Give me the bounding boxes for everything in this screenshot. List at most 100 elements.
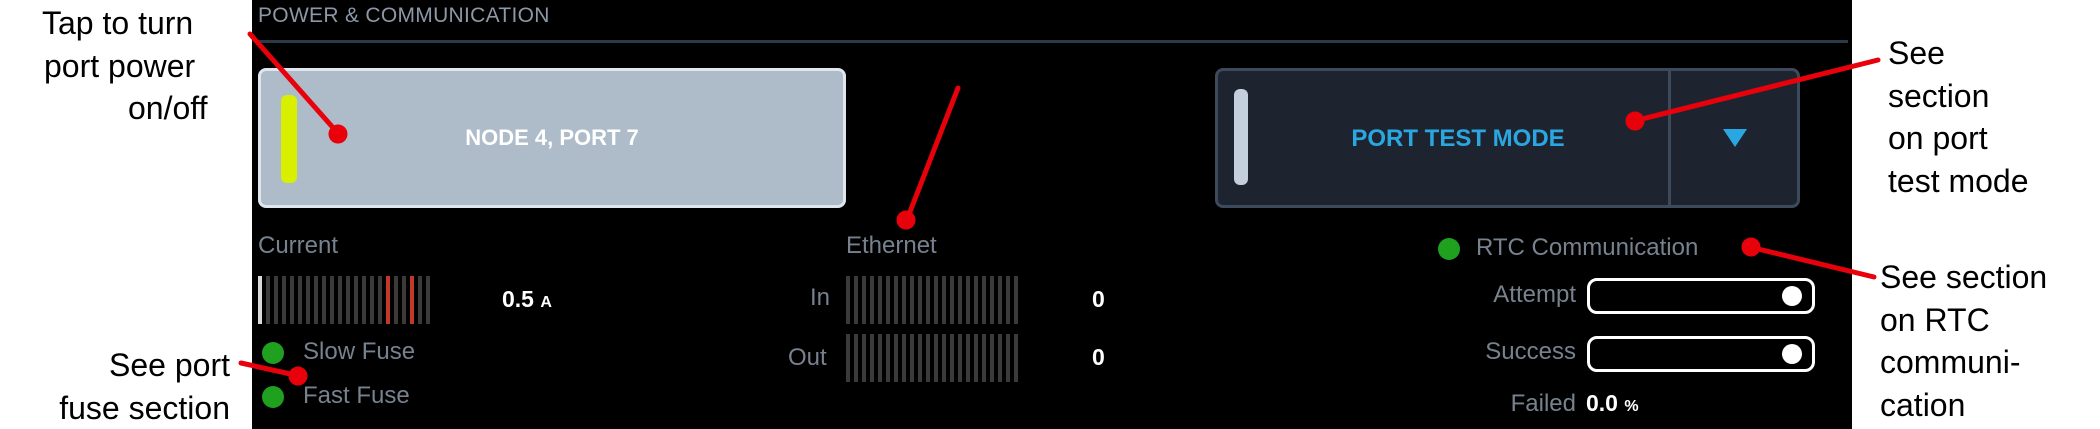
- ethernet-out-meter: [846, 334, 1022, 382]
- meter-segment: [346, 276, 350, 324]
- current-value: 0.5 A: [502, 286, 552, 312]
- callout-ethernet-line: traffic section: [966, 115, 1154, 152]
- meter-segment: [942, 276, 946, 324]
- callout-test-mode: See section on port test mode: [1888, 32, 2029, 202]
- meter-segment: [878, 276, 882, 324]
- meter-segment: [982, 334, 986, 382]
- port-test-mode-label: PORT TEST MODE: [1351, 125, 1565, 152]
- meter-segment: [926, 334, 930, 382]
- meter-segment: [950, 334, 954, 382]
- port-power-button[interactable]: NODE 4, PORT 7: [258, 68, 846, 208]
- mode-indicator: [1234, 89, 1248, 185]
- port-power-label: NODE 4, PORT 7: [465, 125, 639, 150]
- mode-dropdown-button[interactable]: [1671, 71, 1797, 205]
- meter-segment: [258, 276, 262, 324]
- meter-segment: [846, 276, 850, 324]
- meter-segment: [990, 334, 994, 382]
- callout-fuse-line: fuse section: [59, 389, 230, 426]
- meter-segment: [894, 276, 898, 324]
- meter-segment: [854, 276, 858, 324]
- meter-segment: [1006, 276, 1010, 324]
- callout-power-line: port power: [44, 47, 196, 84]
- meter-segment: [394, 276, 398, 324]
- triangle-down-icon: [1723, 129, 1747, 147]
- meter-segment: [982, 276, 986, 324]
- title-divider: [258, 40, 1848, 43]
- meter-segment: [990, 276, 994, 324]
- meter-segment: [402, 276, 406, 324]
- meter-segment: [410, 276, 414, 324]
- meter-segment: [934, 334, 938, 382]
- meter-segment: [910, 334, 914, 382]
- toggle-knob: [1782, 286, 1802, 306]
- callout-power-line: Tap to turn: [42, 5, 194, 41]
- meter-segment: [958, 276, 962, 324]
- ethernet-out-label: Out: [788, 344, 827, 371]
- meter-segment: [378, 276, 382, 324]
- meter-segment: [886, 334, 890, 382]
- meter-segment: [338, 276, 342, 324]
- current-label: Current: [258, 232, 339, 259]
- meter-segment: [894, 334, 898, 382]
- meter-segment: [886, 276, 890, 324]
- callout-power-line: on/off: [128, 90, 208, 127]
- meter-segment: [950, 276, 954, 324]
- fast-fuse-label: Fast Fuse: [303, 382, 410, 409]
- meter-segment: [354, 276, 358, 324]
- rtc-success-toggle[interactable]: [1587, 336, 1815, 372]
- callout-fuse-line: See port: [109, 347, 230, 383]
- meter-segment: [418, 276, 422, 324]
- port-test-mode-control: PORT TEST MODE: [1215, 68, 1800, 208]
- meter-segment: [902, 334, 906, 382]
- port-test-mode-button[interactable]: PORT TEST MODE: [1218, 71, 1668, 205]
- meter-segment: [998, 276, 1002, 324]
- callout-rtc-line: See section: [1880, 259, 2048, 295]
- callout-rtc: See section on RTC communi- cation: [1880, 256, 2047, 426]
- callout-ethernet: See Ethernet traffic section: [966, 70, 1154, 155]
- meter-segment: [306, 276, 310, 324]
- meter-segment: [942, 334, 946, 382]
- callout-rtc-line: cation: [1880, 386, 1966, 423]
- callout-rtc-line: communi-: [1880, 344, 2021, 381]
- meter-segment: [998, 334, 1002, 382]
- meter-segment: [322, 276, 326, 324]
- rtc-attempt-label: Attempt: [1493, 281, 1576, 308]
- meter-segment: [282, 276, 286, 324]
- callout-ethernet-line: See Ethernet: [966, 73, 1153, 109]
- meter-segment: [290, 276, 294, 324]
- meter-segment: [870, 276, 874, 324]
- meter-segment: [846, 334, 850, 382]
- ethernet-in-meter: [846, 276, 1022, 324]
- ethernet-out-value: 0: [1092, 344, 1105, 370]
- toggle-knob: [1782, 344, 1802, 364]
- callout-fuse: See port fuse section: [30, 344, 230, 429]
- meter-segment: [934, 276, 938, 324]
- ethernet-in-value: 0: [1092, 286, 1105, 312]
- meter-segment: [386, 276, 390, 324]
- meter-segment: [274, 276, 278, 324]
- ethernet-in-label: In: [810, 284, 831, 311]
- panel-title: POWER & COMMUNICATION: [258, 4, 550, 27]
- rtc-status-led: [1438, 238, 1460, 260]
- callout-test-mode-line: on port: [1888, 120, 1988, 157]
- rtc-success-label: Success: [1485, 338, 1576, 365]
- callout-rtc-line: on RTC: [1880, 301, 1990, 338]
- meter-segment: [298, 276, 302, 324]
- meter-segment: [266, 276, 270, 324]
- rtc-failed-value: 0.0 %: [1586, 390, 1639, 416]
- meter-segment: [330, 276, 334, 324]
- meter-segment: [974, 276, 978, 324]
- meter-segment: [918, 334, 922, 382]
- rtc-attempt-toggle[interactable]: [1587, 278, 1815, 314]
- callout-test-mode-line: section: [1888, 77, 1990, 114]
- meter-segment: [362, 276, 366, 324]
- meter-segment: [958, 334, 962, 382]
- rtc-communication-label: RTC Communication: [1476, 234, 1699, 261]
- current-meter: [258, 276, 434, 324]
- meter-segment: [862, 276, 866, 324]
- meter-segment: [1006, 334, 1010, 382]
- slow-fuse-status-led: [262, 342, 284, 364]
- meter-segment: [862, 334, 866, 382]
- ethernet-label: Ethernet: [846, 232, 937, 259]
- meter-segment: [966, 276, 970, 324]
